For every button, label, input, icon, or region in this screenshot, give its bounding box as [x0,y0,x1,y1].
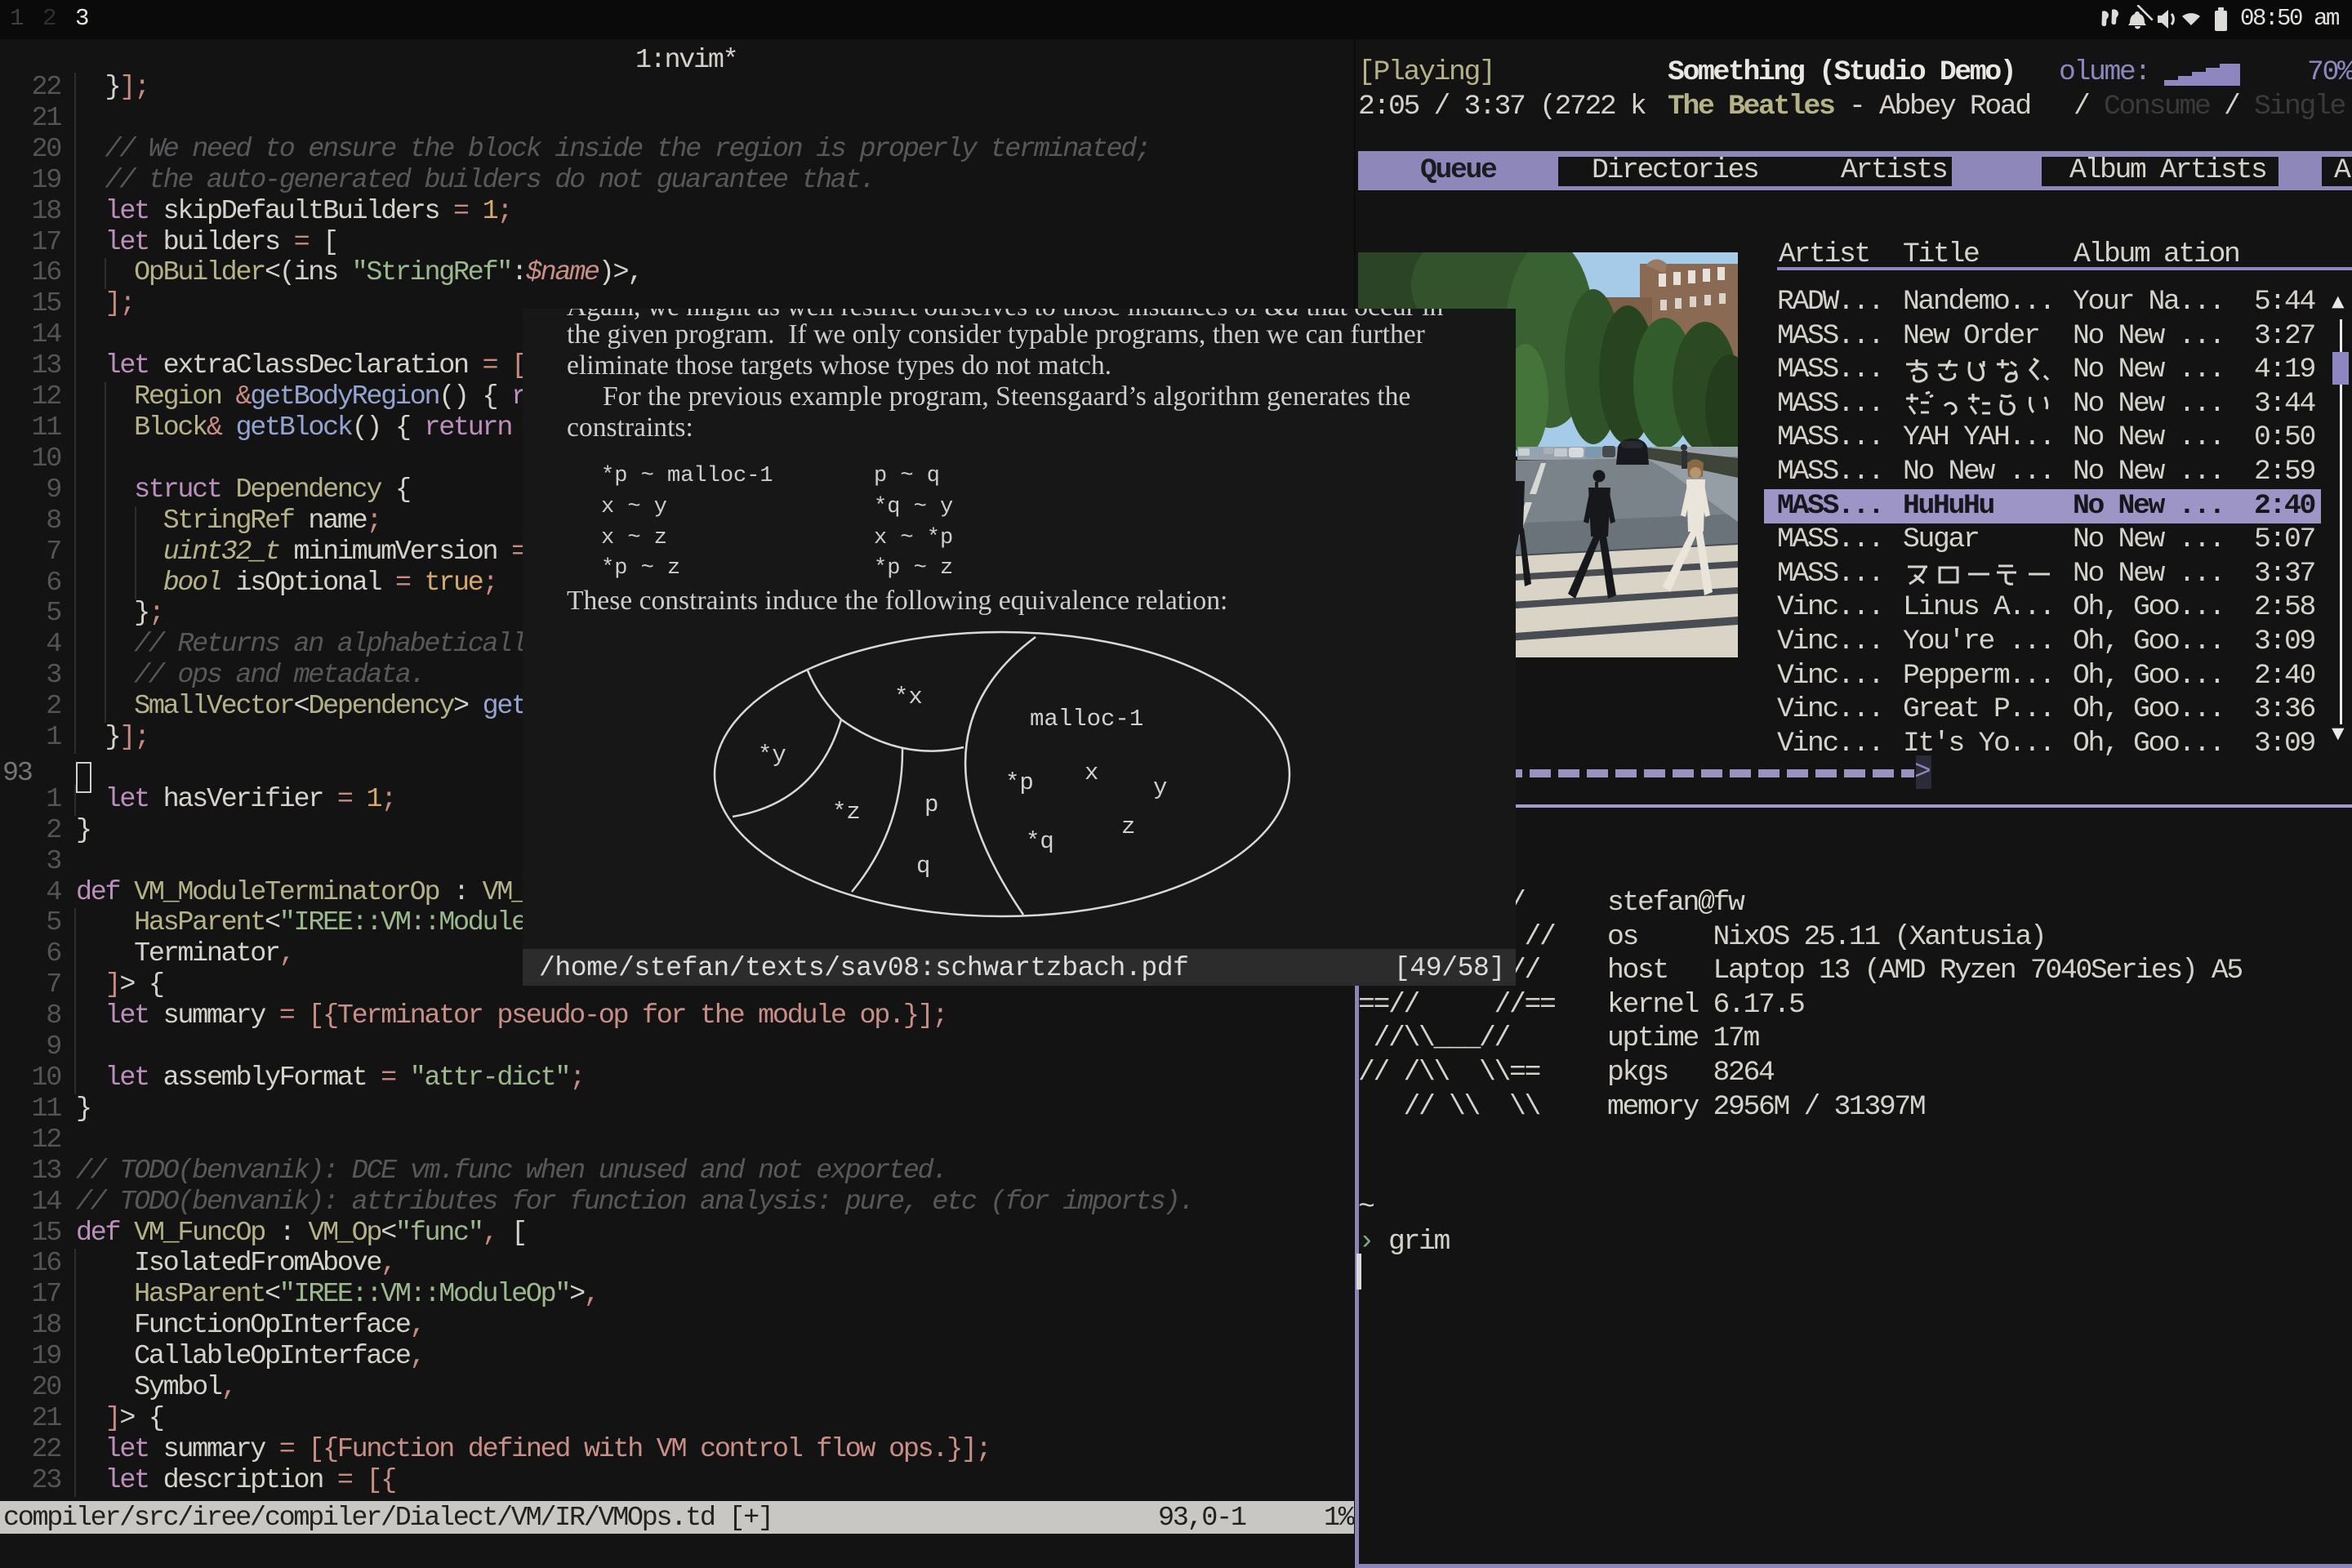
svg-text:*p: *p [1005,769,1034,796]
svg-text:*x: *x [894,684,923,710]
svg-text:*y: *y [758,742,786,768]
svg-text:x: x [1085,760,1098,786]
svg-text:p: p [924,791,938,818]
svg-text:malloc-1: malloc-1 [1030,706,1143,733]
svg-text:y: y [1153,774,1167,801]
svg-text:*z: *z [832,799,861,826]
svg-text:*q: *q [1026,828,1054,855]
svg-text:z: z [1121,813,1135,840]
svg-text:q: q [916,853,930,880]
